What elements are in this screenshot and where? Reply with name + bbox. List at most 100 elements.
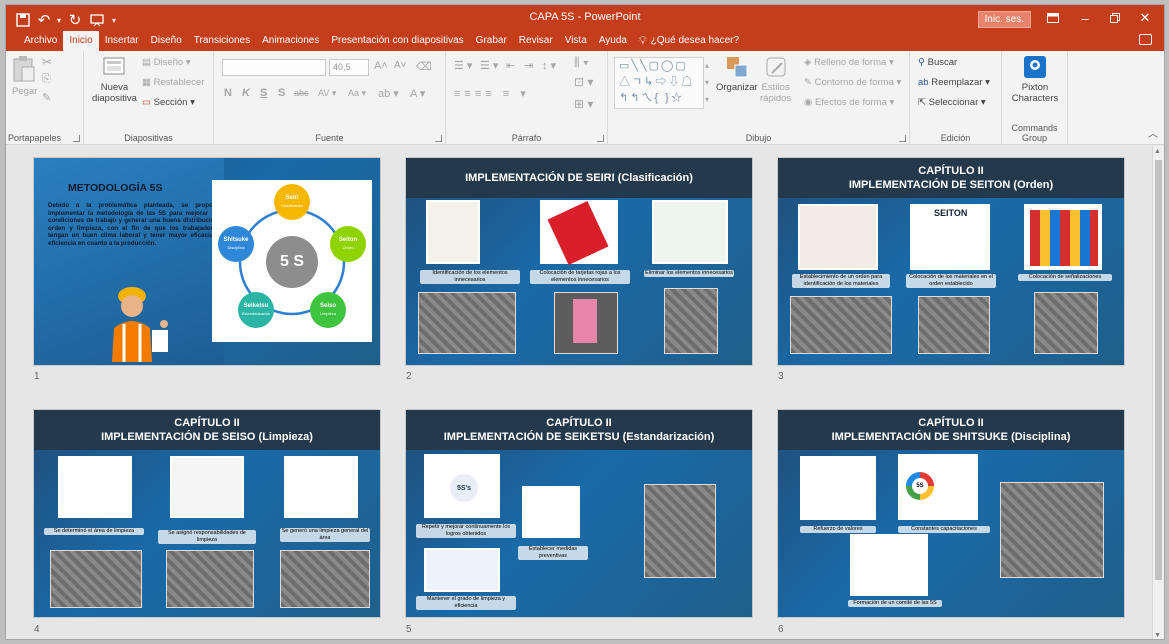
- shapes-gallery-scroll[interactable]: ▴ ▾ ▾: [705, 57, 709, 108]
- tab-vista[interactable]: Vista: [559, 31, 593, 51]
- replace-button[interactable]: ab Reemplazar ▾: [918, 77, 990, 88]
- format-painter-icon[interactable]: ✎: [42, 91, 51, 104]
- shape-fill-button[interactable]: ◈ Relleno de forma ▾: [804, 57, 894, 68]
- slide-4-header: CAPÍTULO II IMPLEMENTACIÓN DE SEISO (Lim…: [34, 410, 380, 450]
- tab-grabar[interactable]: Grabar: [470, 31, 513, 51]
- search-icon: ⚲: [918, 57, 928, 68]
- text-direction-icon[interactable]: ⫼ ▾: [574, 55, 589, 70]
- line-spacing-icon[interactable]: ↕ ▾: [542, 59, 556, 72]
- slide-6-caption-2: Constantes capacitaciones: [898, 526, 990, 533]
- slide-thumbnail-1[interactable]: METODOLOGÍA 5S Debido a la problemática …: [34, 158, 380, 365]
- cut-icon[interactable]: ✂: [42, 55, 52, 69]
- slide-5-photo-1: [644, 484, 716, 578]
- slide-4-caption-2: Se asignó responsabilidades de limpieza: [158, 530, 256, 544]
- change-case-button[interactable]: Aa ▾: [348, 88, 366, 99]
- reset-label: Restablecer: [153, 77, 205, 88]
- vertical-scrollbar[interactable]: ▲ ▼: [1152, 146, 1164, 639]
- find-button[interactable]: ⚲ Buscar: [918, 57, 957, 68]
- slide-2-caption-2: Colocación de tarjetas rojas a los eleme…: [530, 270, 630, 284]
- node-seiton: Seiton Orden: [330, 226, 366, 262]
- shape-outline-button[interactable]: ✎ Contorno de forma ▾: [804, 77, 901, 88]
- quick-styles-label-1: Estilos: [761, 82, 790, 93]
- reset-button[interactable]: ▦ Restablecer: [142, 77, 204, 88]
- slide-3-photo-3: [1034, 292, 1098, 354]
- organize-button[interactable]: Organizar: [716, 55, 758, 93]
- slide-3-caption-3: Colocación de señalizaciones: [1018, 274, 1112, 281]
- decrease-indent-icon[interactable]: ⇤: [506, 59, 515, 72]
- highlight-icon[interactable]: ab ▾: [378, 87, 399, 100]
- tab-animaciones[interactable]: Animaciones: [256, 31, 325, 51]
- tell-me-box[interactable]: 💡︎ ¿Qué desea hacer?: [633, 31, 745, 51]
- align-buttons[interactable]: ≡≡≡≡ ≡ ▾: [454, 87, 530, 100]
- tab-archivo[interactable]: Archivo: [18, 31, 63, 51]
- group-edicion: ⚲ Buscar ab Reemplazar ▾ ⇱ Seleccionar ▾…: [910, 51, 1002, 145]
- parrafo-launcher-icon[interactable]: [597, 135, 604, 142]
- slide-thumbnail-6[interactable]: CAPÍTULO II IMPLEMENTACIÓN DE SHITSUKE (…: [778, 410, 1124, 617]
- font-name-combo[interactable]: [222, 59, 326, 76]
- slide-5-chapter: CAPÍTULO II: [546, 417, 612, 429]
- font-color-icon[interactable]: A ▾: [410, 87, 425, 100]
- tab-presentacion[interactable]: Presentación con diapositivas: [325, 31, 469, 51]
- layout-label: Diseño: [153, 57, 184, 68]
- sign-in-button[interactable]: Inic. ses.: [977, 11, 1031, 28]
- tab-ayuda[interactable]: Ayuda: [593, 31, 633, 51]
- scroll-up-icon[interactable]: ▲: [1154, 148, 1161, 155]
- select-button[interactable]: ⇱ Seleccionar ▾: [918, 97, 986, 108]
- new-slide-button[interactable]: Nueva diapositiva: [92, 55, 137, 104]
- fuente-launcher-icon[interactable]: [435, 135, 442, 142]
- smartart-icon[interactable]: ⊞ ▾: [574, 97, 593, 111]
- paste-button[interactable]: Pegar: [12, 55, 37, 97]
- quick-styles-button[interactable]: Estilos rápidos: [760, 55, 791, 104]
- bullets-icon[interactable]: ☰ ▾: [454, 59, 472, 72]
- bold-button[interactable]: N: [224, 87, 232, 99]
- slide-thumbnail-2[interactable]: IMPLEMENTACIÓN DE SEIRI (Clasificación) …: [406, 158, 752, 365]
- slide-number-1: 1: [34, 371, 40, 382]
- slide-thumbnail-4[interactable]: CAPÍTULO II IMPLEMENTACIÓN DE SEISO (Lim…: [34, 410, 380, 617]
- tab-insertar[interactable]: Insertar: [99, 31, 145, 51]
- 5s-center: 5 S: [266, 236, 318, 288]
- hex-5s-badge: 5S's: [450, 474, 478, 502]
- slide-2-image-2: [540, 200, 618, 265]
- slide-6-title: IMPLEMENTACIÓN DE SHITSUKE (Disciplina): [831, 431, 1071, 443]
- tab-transiciones[interactable]: Transiciones: [188, 31, 256, 51]
- tab-revisar[interactable]: Revisar: [513, 31, 559, 51]
- comments-icon[interactable]: [1139, 34, 1152, 45]
- increase-font-icon[interactable]: A˄: [374, 60, 388, 72]
- portapapeles-launcher-icon[interactable]: [73, 135, 80, 142]
- font-size-combo[interactable]: 40,5: [329, 59, 369, 76]
- clear-formatting-icon[interactable]: ⌫: [416, 60, 432, 73]
- tab-diseno[interactable]: Diseño: [145, 31, 188, 51]
- slide-3-chapter: CAPÍTULO II: [918, 165, 984, 177]
- slide-number-2: 2: [406, 371, 412, 382]
- close-icon[interactable]: ✕: [1130, 7, 1160, 29]
- tab-inicio[interactable]: Inicio: [63, 31, 99, 51]
- restore-icon[interactable]: [1100, 7, 1130, 29]
- shapes-gallery[interactable]: ▭╲╲▢◯▢ △ㄱ↳⇨⇩☖ ↰↰ㄟ{ }☆: [614, 57, 704, 109]
- underline-button[interactable]: S: [260, 87, 267, 99]
- slide-number-3: 3: [778, 371, 784, 382]
- align-text-icon[interactable]: ⊡ ▾: [574, 75, 593, 89]
- decrease-font-icon[interactable]: A˅: [394, 60, 407, 71]
- shadow-button[interactable]: S: [278, 87, 285, 99]
- strikethrough-button[interactable]: abc: [294, 88, 309, 98]
- increase-indent-icon[interactable]: ⇥: [524, 59, 533, 72]
- minimize-icon[interactable]: –: [1070, 7, 1100, 29]
- ribbon-display-options-icon[interactable]: [1038, 7, 1068, 29]
- scroll-down-icon[interactable]: ▼: [1154, 632, 1161, 639]
- node-seiri-name: Seiri: [285, 195, 299, 201]
- slide-thumbnail-5[interactable]: CAPÍTULO II IMPLEMENTACIÓN DE SEIKETSU (…: [406, 410, 752, 617]
- section-button[interactable]: ▭ Sección ▾: [142, 97, 195, 108]
- dibujo-launcher-icon[interactable]: [899, 135, 906, 142]
- pixton-characters-button[interactable]: Pixton Characters: [1008, 55, 1062, 104]
- italic-button[interactable]: K: [242, 87, 250, 99]
- copy-icon[interactable]: ⎘: [42, 73, 51, 86]
- collapse-ribbon-icon[interactable]: ︿: [1148, 125, 1158, 140]
- shape-effects-button[interactable]: ◉ Efectos de forma ▾: [804, 97, 894, 108]
- group-label-portapapeles: Portapapeles: [8, 133, 62, 143]
- layout-button[interactable]: ▤ Diseño ▾: [142, 57, 191, 68]
- shape-effects-icon: ◉: [804, 97, 815, 108]
- numbering-icon[interactable]: ☰ ▾: [480, 59, 498, 72]
- char-spacing-button[interactable]: AV ▾: [318, 88, 336, 99]
- scrollbar-thumb[interactable]: [1155, 160, 1162, 580]
- slide-thumbnail-3[interactable]: CAPÍTULO II IMPLEMENTACIÓN DE SEITON (Or…: [778, 158, 1124, 365]
